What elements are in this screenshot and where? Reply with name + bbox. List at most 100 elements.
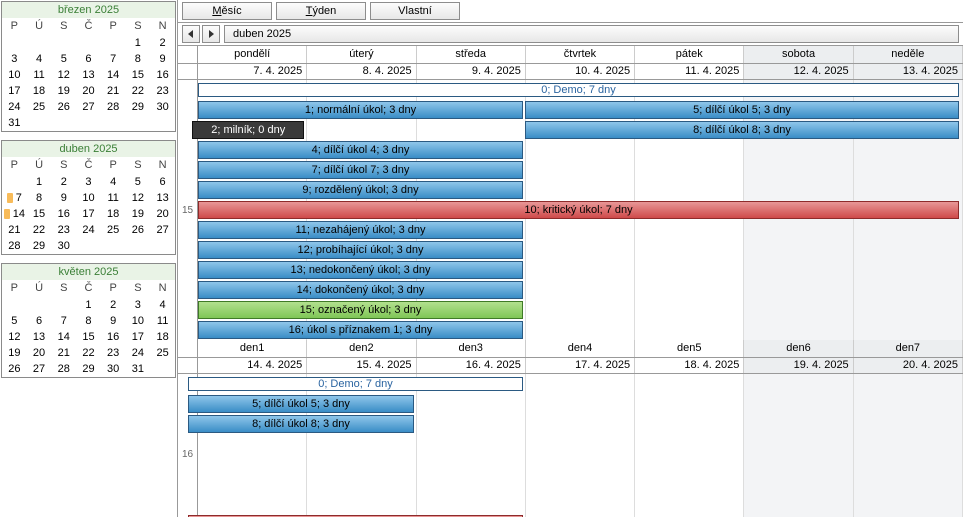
calendar-day[interactable]: 8 [126, 51, 151, 67]
calendar-day[interactable]: 14 [2, 206, 27, 222]
task-bar[interactable]: 0; Demo; 7 dny [188, 377, 523, 391]
calendar-day[interactable] [101, 115, 126, 131]
calendar-day[interactable]: 12 [51, 67, 76, 83]
calendar-day[interactable]: 14 [101, 67, 126, 83]
task-bar[interactable]: 8; dílčí úkol 8; 3 dny [188, 415, 414, 433]
task-bar[interactable]: 0; Demo; 7 dny [198, 83, 959, 97]
calendar-day[interactable]: 17 [2, 83, 27, 99]
task-bar[interactable]: 5; dílčí úkol 5; 3 dny [188, 395, 414, 413]
custom-button[interactable]: Vlastní [370, 2, 460, 20]
mini-calendar[interactable]: březen 2025PÚSČPSN1234567891011121314151… [1, 1, 176, 132]
calendar-day[interactable] [51, 35, 76, 51]
calendar-day[interactable]: 18 [101, 206, 126, 222]
calendar-day[interactable]: 6 [76, 51, 101, 67]
calendar-day[interactable]: 22 [76, 345, 101, 361]
calendar-day[interactable]: 7 [101, 51, 126, 67]
calendar-day[interactable]: 28 [101, 99, 126, 115]
calendar-day[interactable]: 1 [76, 297, 101, 313]
calendar-day[interactable]: 14 [51, 329, 76, 345]
calendar-day[interactable]: 25 [27, 99, 52, 115]
calendar-day[interactable]: 29 [126, 99, 151, 115]
calendar-day[interactable] [51, 297, 76, 313]
calendar-day[interactable]: 28 [51, 361, 76, 377]
calendar-day[interactable]: 16 [101, 329, 126, 345]
prev-button[interactable] [182, 25, 200, 43]
calendar-day[interactable]: 17 [126, 329, 151, 345]
calendar-day[interactable] [51, 115, 76, 131]
calendar-day[interactable]: 1 [27, 174, 52, 190]
calendar-day[interactable]: 2 [150, 35, 175, 51]
calendar-day[interactable]: 28 [2, 238, 27, 254]
task-bar[interactable]: 13; nedokončený úkol; 3 dny [198, 261, 523, 279]
calendar-day[interactable]: 11 [150, 313, 175, 329]
calendar-day[interactable] [126, 115, 151, 131]
calendar-day[interactable]: 10 [2, 67, 27, 83]
calendar-day[interactable]: 30 [101, 361, 126, 377]
calendar-day[interactable]: 11 [27, 67, 52, 83]
calendar-day[interactable]: 21 [101, 83, 126, 99]
calendar-day[interactable]: 3 [2, 51, 27, 67]
calendar-day[interactable] [27, 297, 52, 313]
task-bar[interactable]: 12; probíhající úkol; 3 dny [198, 241, 523, 259]
calendar-day[interactable]: 27 [27, 361, 52, 377]
calendar-day[interactable]: 2 [101, 297, 126, 313]
calendar-day[interactable] [2, 35, 27, 51]
calendar-day[interactable]: 17 [76, 206, 101, 222]
calendar-day[interactable]: 5 [51, 51, 76, 67]
calendar-day[interactable]: 26 [2, 361, 27, 377]
calendar-day[interactable] [150, 361, 175, 377]
mini-calendar[interactable]: květen 2025PÚSČPSN1234567891011121314151… [1, 263, 176, 378]
calendar-day[interactable] [150, 238, 175, 254]
calendar-day[interactable]: 26 [126, 222, 151, 238]
calendar-day[interactable]: 26 [51, 99, 76, 115]
task-bar[interactable]: 9; rozdělený úkol; 3 dny [198, 181, 523, 199]
task-bar[interactable]: 14; dokončený úkol; 3 dny [198, 281, 523, 299]
calendar-day[interactable]: 30 [51, 238, 76, 254]
calendar-day[interactable]: 27 [150, 222, 175, 238]
task-bar[interactable]: 4; dílčí úkol 4; 3 dny [198, 141, 523, 159]
calendar-day[interactable]: 4 [27, 51, 52, 67]
calendar-day[interactable]: 11 [101, 190, 126, 206]
calendar-day[interactable]: 25 [101, 222, 126, 238]
calendar-day[interactable] [76, 115, 101, 131]
calendar-day[interactable]: 29 [27, 238, 52, 254]
calendar-day[interactable]: 30 [150, 99, 175, 115]
calendar-day[interactable]: 31 [2, 115, 27, 131]
calendar-day[interactable]: 15 [27, 206, 52, 222]
calendar-day[interactable] [76, 238, 101, 254]
calendar-day[interactable]: 6 [150, 174, 175, 190]
calendar-day[interactable] [27, 115, 52, 131]
calendar-day[interactable]: 15 [76, 329, 101, 345]
calendar-day[interactable]: 25 [150, 345, 175, 361]
calendar-day[interactable]: 9 [51, 190, 76, 206]
mini-calendar[interactable]: duben 2025PÚSČPSN12345678910111213141516… [1, 140, 176, 255]
calendar-day[interactable]: 4 [150, 297, 175, 313]
calendar-day[interactable]: 23 [150, 83, 175, 99]
calendar-day[interactable]: 20 [27, 345, 52, 361]
task-bar[interactable]: 5; dílčí úkol 5; 3 dny [525, 101, 959, 119]
calendar-day[interactable] [101, 238, 126, 254]
calendar-day[interactable]: 12 [126, 190, 151, 206]
calendar-day[interactable]: 18 [150, 329, 175, 345]
calendar-day[interactable]: 8 [76, 313, 101, 329]
calendar-day[interactable]: 27 [76, 99, 101, 115]
task-bar[interactable]: 8; dílčí úkol 8; 3 dny [525, 121, 959, 139]
calendar-day[interactable]: 24 [126, 345, 151, 361]
calendar-day[interactable] [101, 35, 126, 51]
calendar-day[interactable]: 8 [27, 190, 52, 206]
calendar-day[interactable]: 9 [101, 313, 126, 329]
calendar-day[interactable]: 19 [126, 206, 151, 222]
task-bar[interactable]: 10; kritický úkol; 7 dny [198, 201, 959, 219]
calendar-day[interactable]: 3 [126, 297, 151, 313]
calendar-day[interactable]: 21 [51, 345, 76, 361]
calendar-day[interactable]: 19 [2, 345, 27, 361]
task-bar[interactable]: 2; milník; 0 dny [192, 121, 304, 139]
calendar-day[interactable]: 7 [2, 190, 27, 206]
calendar-day[interactable] [150, 115, 175, 131]
calendar-day[interactable]: 23 [51, 222, 76, 238]
calendar-day[interactable]: 5 [2, 313, 27, 329]
calendar-day[interactable]: 13 [150, 190, 175, 206]
calendar-day[interactable] [126, 238, 151, 254]
calendar-day[interactable]: 16 [150, 67, 175, 83]
calendar-day[interactable]: 24 [2, 99, 27, 115]
